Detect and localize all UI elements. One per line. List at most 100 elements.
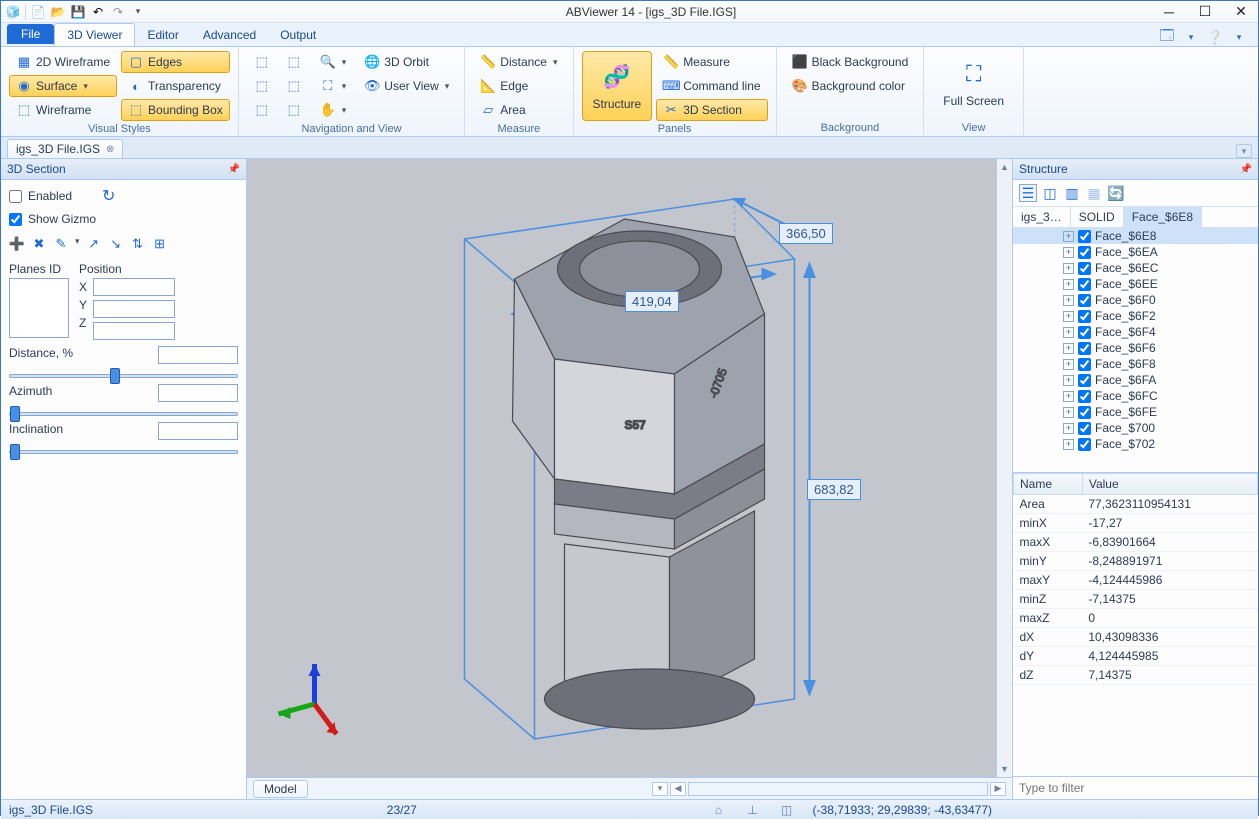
expand-icon[interactable]: + bbox=[1063, 391, 1074, 402]
nav-icon-4[interactable]: ⬚ bbox=[279, 75, 309, 97]
redo-icon[interactable]: ↷ bbox=[110, 4, 126, 20]
tree-checkbox[interactable] bbox=[1078, 374, 1091, 387]
plane-tool-icon[interactable]: ↗ bbox=[86, 236, 102, 252]
minimize-button[interactable]: ─ bbox=[1156, 3, 1182, 21]
tree-row[interactable]: +Face_$6EC bbox=[1013, 260, 1258, 276]
status-icon[interactable]: ◫ bbox=[779, 802, 795, 818]
structure-tree[interactable]: +Face_$6E8+Face_$6EA+Face_$6EC+Face_$6EE… bbox=[1013, 228, 1258, 473]
tree-row[interactable]: +Face_$6FE bbox=[1013, 404, 1258, 420]
user-view-button[interactable]: 👁User View▾ bbox=[357, 75, 456, 97]
open-icon[interactable]: 📂 bbox=[50, 4, 66, 20]
y-input[interactable] bbox=[93, 300, 175, 318]
help-icon[interactable]: ❔ bbox=[1206, 28, 1224, 46]
bounding-box-button[interactable]: ⬚Bounding Box bbox=[121, 99, 230, 121]
window-icon[interactable]: 🗔 bbox=[1158, 28, 1176, 46]
tree-checkbox[interactable] bbox=[1078, 358, 1091, 371]
show-gizmo-checkbox[interactable]: Show Gizmo bbox=[9, 212, 238, 226]
tab-file[interactable]: File bbox=[7, 24, 54, 44]
status-icon[interactable]: ⌂ bbox=[711, 802, 727, 818]
tree-row[interactable]: +Face_$6FA bbox=[1013, 372, 1258, 388]
close-tab-icon[interactable]: ⊗ bbox=[106, 144, 114, 155]
wireframe-button[interactable]: ⬚Wireframe bbox=[9, 99, 117, 121]
distance-input[interactable] bbox=[158, 346, 238, 364]
dropdown-icon[interactable]: ▾ bbox=[1182, 28, 1200, 46]
azimuth-slider[interactable] bbox=[9, 412, 238, 416]
expand-icon[interactable]: + bbox=[1063, 359, 1074, 370]
distance-slider[interactable] bbox=[9, 374, 238, 378]
tree-row[interactable]: +Face_$6EE bbox=[1013, 276, 1258, 292]
plane-tool-icon[interactable]: ⊞ bbox=[152, 236, 168, 252]
dropdown-icon[interactable]: ▾ bbox=[1230, 28, 1248, 46]
tree-checkbox[interactable] bbox=[1078, 262, 1091, 275]
tree-checkbox[interactable] bbox=[1078, 326, 1091, 339]
filter-input[interactable] bbox=[1013, 777, 1258, 799]
expand-icon[interactable]: + bbox=[1063, 327, 1074, 338]
tree-row[interactable]: +Face_$6F0 bbox=[1013, 292, 1258, 308]
black-background-button[interactable]: ⬛Black Background bbox=[785, 51, 916, 73]
nav-icon-1[interactable]: ⬚ bbox=[247, 51, 277, 73]
tree-row[interactable]: +Face_$6F4 bbox=[1013, 324, 1258, 340]
document-tab[interactable]: igs_3D File.IGS⊗ bbox=[7, 139, 123, 158]
plane-tool-icon[interactable]: ⇅ bbox=[130, 236, 146, 252]
area-button[interactable]: ▱Area bbox=[473, 99, 564, 121]
save-icon[interactable]: 💾 bbox=[70, 4, 86, 20]
qat-dropdown-icon[interactable]: ▾ bbox=[130, 4, 146, 20]
expand-icon[interactable]: + bbox=[1063, 247, 1074, 258]
3d-viewport[interactable]: S57 -0705 366,50 419,04 683,82 ▲▼ bbox=[247, 159, 1012, 777]
nav-icon-5[interactable]: ⬚ bbox=[247, 99, 277, 121]
new-icon[interactable]: 📄 bbox=[30, 4, 46, 20]
nav-icon-2[interactable]: ⬚ bbox=[279, 51, 309, 73]
tree-row[interactable]: +Face_$6EA bbox=[1013, 244, 1258, 260]
tab-advanced[interactable]: Advanced bbox=[191, 24, 268, 46]
model-tab[interactable]: Model bbox=[253, 780, 308, 798]
tree-checkbox[interactable] bbox=[1078, 230, 1091, 243]
tree-row[interactable]: +Face_$6F8 bbox=[1013, 356, 1258, 372]
plane-tool-icon[interactable]: ↘ bbox=[108, 236, 124, 252]
nav-icon-6[interactable]: ⬚ bbox=[279, 99, 309, 121]
transparency-button[interactable]: ◐Transparency bbox=[121, 75, 230, 97]
expand-icon[interactable]: + bbox=[1063, 375, 1074, 386]
tree-row[interactable]: +Face_$6FC bbox=[1013, 388, 1258, 404]
tree-checkbox[interactable] bbox=[1078, 390, 1091, 403]
tree-row[interactable]: +Face_$6E8 bbox=[1013, 228, 1258, 244]
planes-id-box[interactable] bbox=[9, 278, 69, 338]
expand-icon[interactable]: + bbox=[1063, 343, 1074, 354]
tree-row[interactable]: +Face_$6F6 bbox=[1013, 340, 1258, 356]
edge-button[interactable]: 📐Edge bbox=[473, 75, 564, 97]
z-input[interactable] bbox=[93, 322, 175, 340]
surface-button[interactable]: ◉Surface▾ bbox=[9, 75, 117, 97]
tree-checkbox[interactable] bbox=[1078, 342, 1091, 355]
command-line-button[interactable]: ⌨Command line bbox=[656, 75, 767, 97]
tree-checkbox[interactable] bbox=[1078, 438, 1091, 451]
structure-big-button[interactable]: 🧬Structure bbox=[582, 51, 653, 121]
plane-tool-icon[interactable]: ✎ bbox=[53, 236, 69, 252]
expand-icon[interactable]: + bbox=[1063, 295, 1074, 306]
refresh-section-icon[interactable]: ↻ bbox=[102, 186, 115, 206]
pin-icon[interactable]: 📌 bbox=[228, 164, 240, 175]
expand-icon[interactable]: + bbox=[1063, 311, 1074, 322]
plane-remove-icon[interactable]: ✖ bbox=[31, 236, 47, 252]
distance-button[interactable]: 📏Distance▾ bbox=[473, 51, 564, 73]
inclination-slider[interactable] bbox=[9, 450, 238, 454]
tree-checkbox[interactable] bbox=[1078, 310, 1091, 323]
expand-icon[interactable]: + bbox=[1063, 231, 1074, 242]
expand-icon[interactable]: + bbox=[1063, 279, 1074, 290]
expand-icon[interactable]: + bbox=[1063, 407, 1074, 418]
tree-row[interactable]: +Face_$700 bbox=[1013, 420, 1258, 436]
tree-checkbox[interactable] bbox=[1078, 294, 1091, 307]
close-button[interactable]: ✕ bbox=[1228, 3, 1254, 21]
background-color-button[interactable]: 🎨Background color bbox=[785, 75, 916, 97]
structure-view-icon[interactable]: ◫ bbox=[1041, 184, 1059, 202]
tabs-expand-icon[interactable]: ▾ bbox=[1236, 144, 1252, 158]
undo-icon[interactable]: ↶ bbox=[90, 4, 106, 20]
enabled-checkbox[interactable]: Enabled bbox=[9, 189, 72, 203]
x-input[interactable] bbox=[93, 278, 175, 296]
structure-view-icon[interactable]: 🔄 bbox=[1107, 184, 1125, 202]
3d-orbit-button[interactable]: 🌐3D Orbit bbox=[357, 51, 456, 73]
status-icon[interactable]: ⊥ bbox=[745, 802, 761, 818]
tree-checkbox[interactable] bbox=[1078, 406, 1091, 419]
expand-icon[interactable]: + bbox=[1063, 263, 1074, 274]
plane-add-icon[interactable]: ➕ bbox=[9, 236, 25, 252]
tree-checkbox[interactable] bbox=[1078, 246, 1091, 259]
structure-view-icon[interactable]: ▥ bbox=[1063, 184, 1081, 202]
